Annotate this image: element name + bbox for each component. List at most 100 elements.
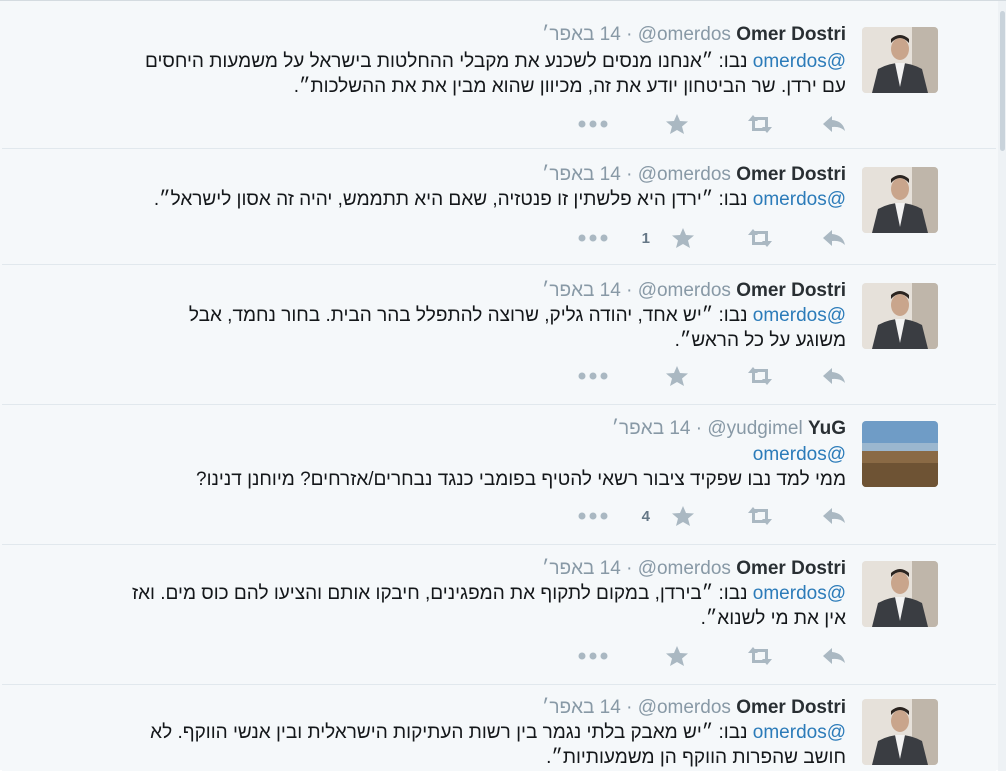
timestamp[interactable]: 14 באפר׳ — [542, 24, 621, 45]
tweet[interactable]: 14 באפר׳ · @omerdos Omer Dostri @omerdos… — [2, 265, 996, 405]
favorite-count-wrap: 4 — [636, 503, 650, 529]
tweet-header: 14 באפר׳ · @omerdos Omer Dostri — [542, 697, 846, 718]
tweet-header: 14 באפר׳ · @omerdos Omer Dostri — [542, 164, 846, 185]
favorite-count: 4 — [641, 507, 650, 525]
more-icon — [578, 372, 608, 380]
more-button[interactable] — [578, 643, 608, 669]
retweet-icon — [748, 115, 772, 133]
tweet[interactable]: 14 באפר׳ · @yudgimel YuG @omerdos ממי למ… — [2, 405, 996, 545]
tweet[interactable]: 14 באפר׳ · @omerdos Omer Dostri @omerdos… — [2, 545, 996, 685]
more-button[interactable] — [578, 225, 608, 251]
user-handle[interactable]: @omerdos — [638, 164, 731, 185]
reply-icon — [823, 508, 845, 524]
favorite-button[interactable] — [672, 503, 694, 529]
user-name[interactable]: Omer Dostri — [736, 164, 846, 185]
reply-icon — [823, 116, 845, 132]
landscape-avatar-image — [862, 421, 938, 487]
tweet-header: 14 באפר׳ · @omerdos Omer Dostri — [542, 558, 846, 579]
retweet-icon — [748, 507, 772, 525]
tweet[interactable]: 14 באפר׳ · @omerdos Omer Dostri @omerdos… — [2, 149, 996, 265]
person-avatar-image — [862, 27, 938, 93]
tweet-header: 14 באפר׳ · @omerdos Omer Dostri — [542, 24, 846, 45]
tweet-actions — [526, 643, 846, 669]
timestamp[interactable]: 14 באפר׳ — [542, 558, 621, 579]
avatar[interactable] — [862, 699, 938, 765]
more-button[interactable] — [578, 503, 608, 529]
reply-icon — [823, 230, 845, 246]
retweet-button[interactable] — [746, 111, 774, 137]
timestamp[interactable]: 14 באפר׳ — [542, 164, 621, 185]
mention-link[interactable]: @omerdos — [753, 51, 846, 72]
avatar[interactable] — [862, 27, 938, 93]
tweet[interactable]: 14 באפר׳ · @omerdos Omer Dostri @omerdos… — [2, 9, 996, 149]
timeline: 14 באפר׳ · @omerdos Omer Dostri @omerdos… — [0, 0, 1006, 771]
scrollbar[interactable] — [998, 1, 1006, 771]
more-button[interactable] — [578, 363, 608, 389]
retweet-button[interactable] — [746, 503, 774, 529]
favorite-button[interactable] — [666, 363, 694, 389]
retweet-icon — [748, 367, 772, 385]
timestamp[interactable]: 14 באפר׳ — [542, 697, 621, 718]
tweet-text: @omerdos נבו: ״יש מאבק בלתי נגמר בין רשו… — [150, 722, 846, 768]
favorite-count-wrap: 1 — [636, 225, 650, 251]
person-avatar-image — [862, 561, 938, 627]
favorite-button[interactable] — [672, 225, 694, 251]
person-avatar-image — [862, 167, 938, 233]
retweet-icon — [748, 647, 772, 665]
avatar[interactable] — [862, 421, 938, 487]
tweet[interactable]: 14 באפר׳ · @omerdos Omer Dostri @omerdos… — [2, 685, 996, 771]
mention-link[interactable]: @omerdos — [753, 722, 846, 743]
favorite-icon — [666, 114, 688, 134]
favorite-button[interactable] — [666, 111, 694, 137]
scrollbar-thumb[interactable] — [1000, 11, 1005, 151]
tweet-actions: 4 — [526, 503, 846, 529]
favorite-count: 1 — [641, 229, 650, 247]
more-icon — [578, 512, 608, 520]
retweet-icon — [748, 229, 772, 247]
favorite-icon — [672, 228, 694, 248]
reply-button[interactable] — [822, 503, 846, 529]
favorite-icon — [666, 646, 688, 666]
mention-link[interactable]: @omerdos — [753, 444, 846, 465]
reply-button[interactable] — [822, 363, 846, 389]
reply-button[interactable] — [822, 111, 846, 137]
user-name[interactable]: YuG — [808, 418, 846, 439]
tweet-actions — [526, 111, 846, 137]
user-name[interactable]: Omer Dostri — [736, 697, 846, 718]
user-name[interactable]: Omer Dostri — [736, 24, 846, 45]
retweet-button[interactable] — [746, 363, 774, 389]
user-handle[interactable]: @omerdos — [638, 280, 731, 301]
reply-icon — [823, 648, 845, 664]
tweet-text: @omerdos נבו: ״אנחנו מנסים לשכנע את מקבל… — [144, 51, 846, 97]
user-handle[interactable]: @omerdos — [638, 697, 731, 718]
reply-button[interactable] — [822, 643, 846, 669]
favorite-icon — [666, 366, 688, 386]
avatar[interactable] — [862, 561, 938, 627]
more-icon — [578, 120, 608, 128]
timestamp[interactable]: 14 באפר׳ — [612, 418, 691, 439]
user-name[interactable]: Omer Dostri — [736, 558, 846, 579]
tweet-header: 14 באפר׳ · @yudgimel YuG — [611, 418, 846, 439]
mention-link[interactable]: @omerdos — [753, 305, 846, 326]
tweet-text: @omerdos ממי למד נבו שפקיד ציבור רשאי לה… — [196, 444, 846, 490]
avatar[interactable] — [862, 283, 938, 349]
tweet-actions: 1 — [526, 225, 846, 251]
timestamp[interactable]: 14 באפר׳ — [542, 280, 621, 301]
retweet-button[interactable] — [746, 643, 774, 669]
user-handle[interactable]: @yudgimel — [707, 418, 802, 439]
mention-link[interactable]: @omerdos — [753, 189, 846, 210]
favorite-button[interactable] — [666, 643, 694, 669]
reply-icon — [823, 368, 845, 384]
mention-link[interactable]: @omerdos — [753, 583, 846, 604]
avatar[interactable] — [862, 167, 938, 233]
user-handle[interactable]: @omerdos — [638, 558, 731, 579]
tweet-text: @omerdos נבו: ״ירדן היא פלשתין זו פנטזיה… — [153, 189, 846, 210]
person-avatar-image — [862, 699, 938, 765]
favorite-icon — [672, 506, 694, 526]
user-handle[interactable]: @omerdos — [638, 24, 731, 45]
retweet-button[interactable] — [746, 225, 774, 251]
user-name[interactable]: Omer Dostri — [736, 280, 846, 301]
more-button[interactable] — [578, 111, 608, 137]
more-icon — [578, 234, 608, 242]
reply-button[interactable] — [822, 225, 846, 251]
